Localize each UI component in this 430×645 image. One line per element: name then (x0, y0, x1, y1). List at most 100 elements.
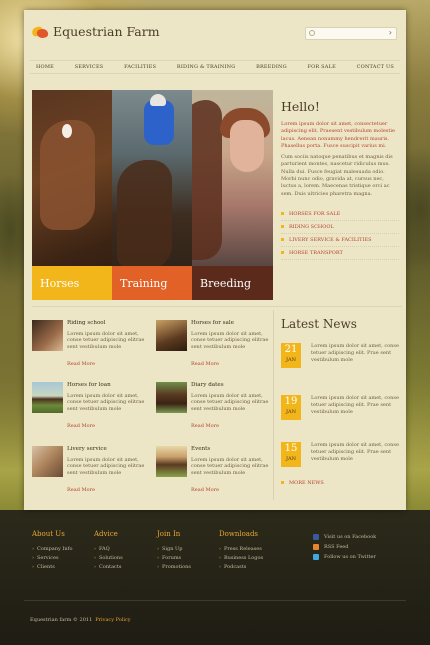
feature-title: Events (191, 446, 211, 452)
bullet-icon (281, 481, 284, 484)
quick-links: HORSES FOR SALE RIDING SCHOOL LIVERY SER… (281, 208, 399, 260)
read-more-link[interactable]: Read More (191, 361, 219, 367)
news-day: 21 (284, 344, 298, 355)
hero-banner: Horses Training Breeding (32, 90, 273, 300)
bullet-icon (281, 238, 284, 242)
feature-title: Riding school (67, 320, 106, 326)
read-more-link[interactable]: Read More (67, 487, 95, 493)
nav-item-facilities[interactable]: FACILITIES (124, 64, 156, 70)
read-more-link[interactable]: Read More (67, 423, 95, 429)
racehorse-photo (117, 160, 172, 270)
footer-link[interactable]: Clients (32, 564, 72, 573)
welcome-title: Hello! (281, 99, 320, 114)
news-date-badge: 19 JAN (281, 395, 301, 420)
copyright-text: Equestrian farm © 2011 (30, 617, 93, 623)
copyright: Equestrian farm © 2011 Privacy Policy (30, 617, 131, 623)
read-more-link[interactable]: Read More (191, 487, 219, 493)
facebook-icon (313, 534, 319, 540)
news-date-badge: 21 JAN (281, 343, 301, 368)
news-text: Lorem ipsum dolor sit amet, conse tetuer… (311, 442, 399, 462)
main-panel: Equestrian Farm › HOME SERVICES FACILITI… (24, 10, 406, 510)
read-more-link[interactable]: Read More (191, 423, 219, 429)
footer-column-title: Join In (157, 530, 181, 538)
more-news-label: MORE NEWS (289, 480, 324, 486)
footer-link[interactable]: Solutions (94, 555, 123, 564)
bullet-icon (281, 251, 284, 255)
feature-thumbnail[interactable] (32, 446, 63, 477)
banner-slice-horses[interactable]: Horses (32, 90, 112, 300)
news-day: 15 (284, 443, 298, 454)
bullet-icon (281, 212, 284, 216)
logo-icon (31, 25, 49, 39)
feature-thumbnail[interactable] (156, 320, 187, 351)
twitter-icon (313, 554, 319, 560)
social-label: Visit us on Facebook (324, 534, 377, 540)
news-text: Lorem ipsum dolor sit amet, conse tetuer… (311, 395, 399, 415)
social-label: RSS Feed (324, 544, 349, 550)
search-input[interactable]: › (305, 27, 397, 40)
nav-item-contact-us[interactable]: CONTACT US (357, 64, 394, 70)
banner-slice-breeding[interactable]: Breeding (192, 90, 273, 300)
rss-icon (313, 544, 319, 550)
footer-link[interactable]: Services (32, 555, 72, 564)
news-month: JAN (286, 357, 296, 363)
logo[interactable]: Equestrian Farm (31, 24, 160, 39)
feature-text: Lorem ipsum dolor sit amet, conse tetuer… (67, 457, 145, 476)
banner-slice-training[interactable]: Training (112, 90, 192, 300)
nav-item-breeding[interactable]: BREEDING (256, 64, 287, 70)
facebook-link[interactable]: Visit us on Facebook (313, 532, 376, 542)
nav-item-riding-training[interactable]: RIDING & TRAINING (177, 64, 236, 70)
quick-link[interactable]: HORSE TRANSPORT (281, 247, 399, 260)
welcome-lead: Lorem ipsum dolor sit amet, consectetuer… (281, 121, 395, 149)
brand-name: Equestrian Farm (53, 24, 160, 39)
news-text: Lorem ipsum dolor sit amet, conse tetuer… (311, 343, 399, 363)
footer-link[interactable]: Business Logos (219, 555, 263, 564)
quick-link[interactable]: LIVERY SERVICE & FACILITIES (281, 234, 399, 247)
footer-link[interactable]: Sign Up (157, 546, 191, 555)
quick-link-label: HORSES FOR SALE (289, 210, 341, 217)
footer-link[interactable]: FAQ (94, 546, 123, 555)
feature-thumbnail[interactable] (32, 320, 63, 351)
footer-link[interactable]: Company Info (32, 546, 72, 555)
feature-title: Diary dates (191, 382, 224, 388)
main-nav: HOME SERVICES FACILITIES RIDING & TRAINI… (30, 60, 400, 74)
footer-column-title: About Us (32, 530, 65, 538)
quick-link[interactable]: HORSES FOR SALE (281, 208, 399, 221)
footer-link[interactable]: Podcasts (219, 564, 263, 573)
news-month: JAN (286, 456, 296, 462)
news-month: JAN (286, 409, 296, 415)
welcome-body: Cum sociis natoque penatibus et magnis d… (281, 154, 393, 197)
footer-column-about: About Us Company Info Services Clients (32, 530, 72, 573)
footer-link[interactable]: Contacts (94, 564, 123, 573)
feature-thumbnail[interactable] (156, 382, 187, 413)
feature-title: Horses for loan (67, 382, 111, 388)
twitter-link[interactable]: Follow us on Twitter (313, 552, 376, 562)
footer: About Us Company Info Services Clients A… (0, 510, 430, 645)
banner-label-training: Training (112, 266, 192, 300)
social-label: Follow us on Twitter (324, 554, 376, 560)
feature-title: Livery service (67, 446, 107, 452)
nav-item-for-sale[interactable]: FOR SALE (307, 64, 336, 70)
nav-item-services[interactable]: SERVICES (75, 64, 104, 70)
privacy-policy-link[interactable]: Privacy Policy (95, 617, 130, 623)
feature-text: Lorem ipsum dolor sit amet, conse tetuer… (191, 457, 269, 476)
nav-item-home[interactable]: HOME (36, 64, 54, 70)
rss-link[interactable]: RSS Feed (313, 542, 376, 552)
footer-link[interactable]: Forums (157, 555, 191, 564)
feature-thumbnail[interactable] (156, 446, 187, 477)
bullet-icon (281, 225, 284, 229)
feature-thumbnail[interactable] (32, 382, 63, 413)
read-more-link[interactable]: Read More (67, 361, 95, 367)
footer-link[interactable]: Press Releases (219, 546, 263, 555)
footer-link[interactable]: Promotions (157, 564, 191, 573)
footer-column-downloads: Downloads Press Releases Business Logos … (219, 530, 263, 573)
jockey-helmet (150, 94, 166, 106)
quick-link[interactable]: RIDING SCHOOL (281, 221, 399, 234)
footer-column-advice: Advice FAQ Solutions Contacts (94, 530, 123, 573)
footer-divider (24, 600, 406, 601)
more-news-link[interactable]: MORE NEWS (281, 480, 324, 486)
search-go-button[interactable]: › (389, 28, 392, 37)
welcome-section: Hello! Lorem ipsum dolor sit amet, conse… (281, 99, 399, 260)
feature-text: Lorem ipsum dolor sit amet, conse tetuer… (67, 331, 145, 350)
feature-text: Lorem ipsum dolor sit amet, conse tetuer… (191, 393, 269, 412)
